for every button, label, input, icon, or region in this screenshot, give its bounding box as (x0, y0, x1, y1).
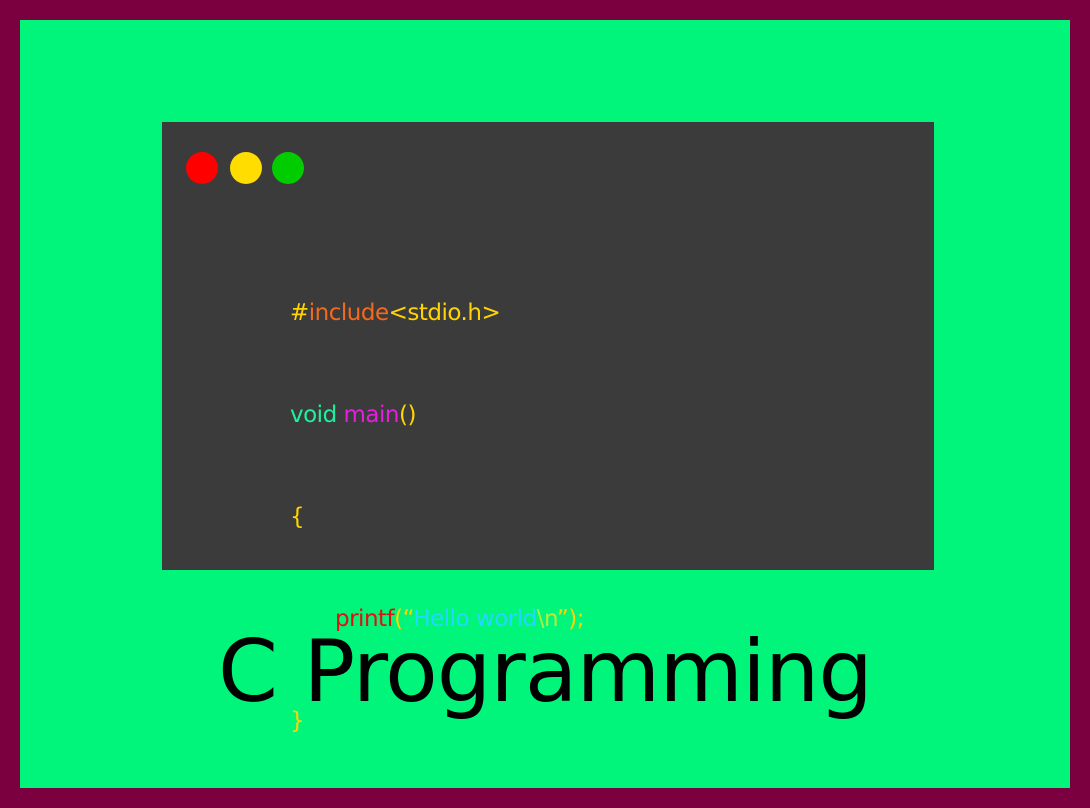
code-token-parens: () (398, 402, 416, 428)
background-canvas: #include<stdio.h> void main() { printf(“… (20, 20, 1070, 788)
close-dot-icon (186, 152, 218, 184)
code-token-include: include (308, 300, 389, 326)
code-token-hash: # (290, 300, 309, 326)
page-title: C Programming (217, 622, 873, 722)
code-line-include: #include<stdio.h> (290, 296, 584, 330)
code-editor-window: #include<stdio.h> void main() { printf(“… (162, 122, 934, 734)
code-line-main: void main() (290, 398, 584, 432)
code-token-main: main (343, 402, 400, 428)
code-token-header: <stdio.h> (388, 300, 501, 326)
maximize-dot-icon (272, 152, 304, 184)
code-line-open-brace: { (290, 500, 584, 534)
code-token-void: void (290, 402, 337, 428)
code-token-open-brace: { (290, 504, 305, 530)
minimize-dot-icon (230, 152, 262, 184)
